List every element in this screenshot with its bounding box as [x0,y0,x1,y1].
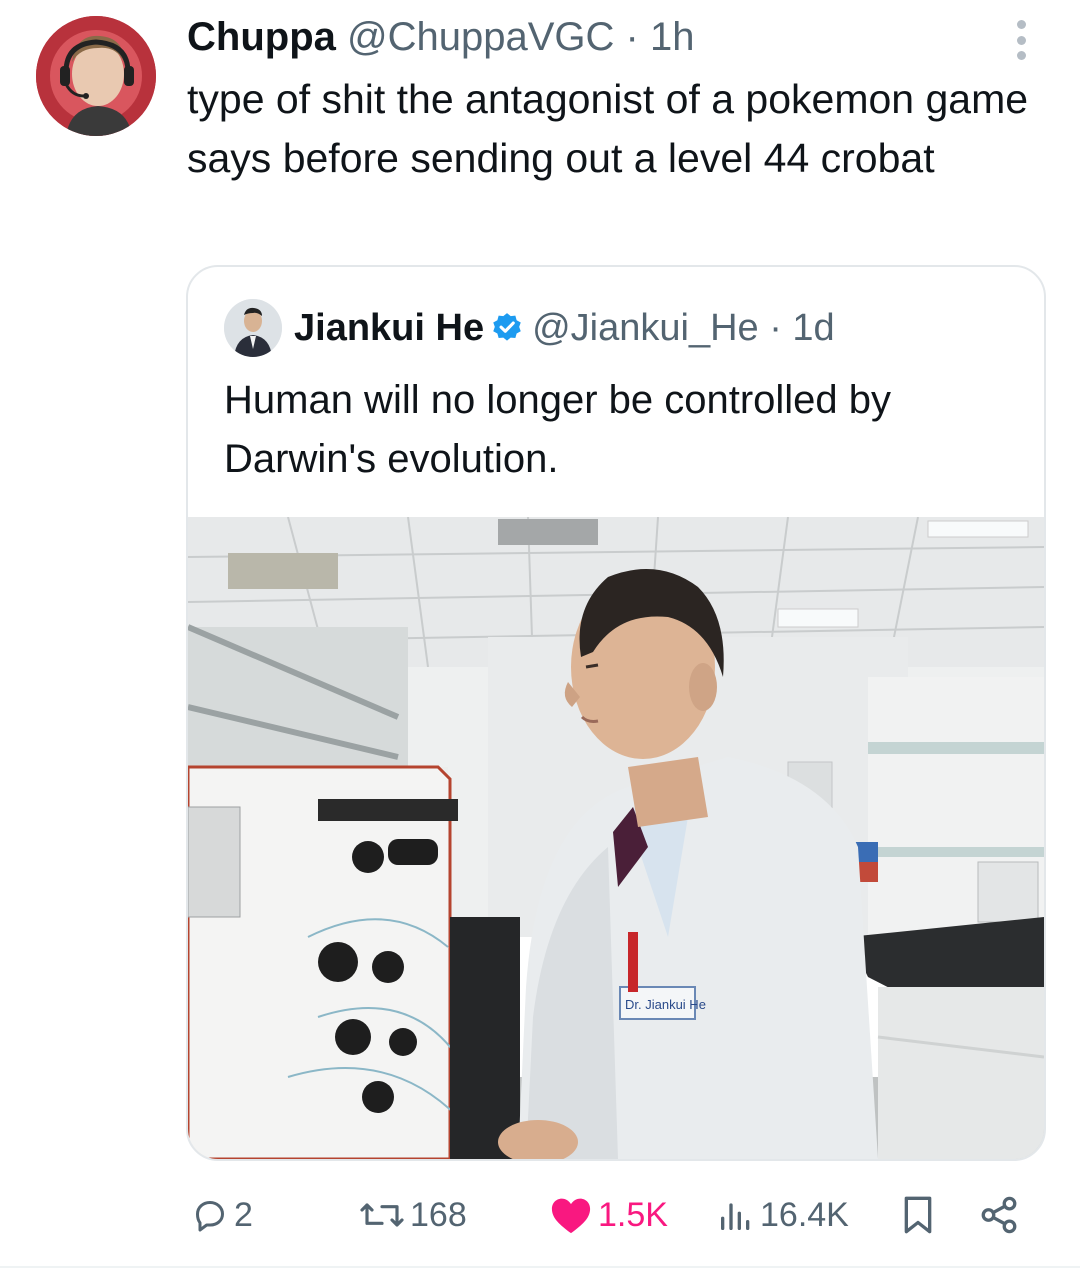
like-button[interactable]: 1.5K [548,1190,668,1240]
share-button[interactable] [978,1190,1024,1240]
quoted-handle-time[interactable]: @Jiankui_He · 1d [532,307,835,349]
divider [0,1266,1080,1268]
views-icon [721,1203,750,1230]
quoted-text: Human will no longer be controlled by Da… [224,378,892,481]
quoted-header: Jiankui He @Jiankui_He · 1d [294,303,835,353]
share-icon [981,1196,1017,1234]
bookmark-icon [904,1196,932,1234]
quoted-author-name[interactable]: Jiankui He [294,307,484,349]
quoted-author-avatar[interactable] [224,299,282,357]
verified-icon [493,313,521,341]
views-button[interactable]: 16.4K [716,1190,849,1240]
quoted-tweet[interactable]: Jiankui He @Jiankui_He · 1d Human will n… [186,265,1046,1161]
like-icon [551,1198,591,1234]
reply-button[interactable]: 2 [190,1190,253,1240]
reply-count: 2 [234,1195,253,1234]
coat-badge-label: Dr. Jiankui He [625,997,706,1012]
repost-icon [360,1203,404,1227]
bookmark-button[interactable] [898,1190,942,1240]
more-icon[interactable] [1010,20,1032,60]
repost-count: 168 [410,1195,467,1234]
author-avatar[interactable] [36,16,156,136]
like-count: 1.5K [598,1195,668,1234]
repost-button[interactable]: 168 [358,1190,467,1240]
tweet-text: type of shit the antagonist of a pokemon… [187,76,1029,181]
action-bar: 2 168 1.5K 16.4K [0,1190,1080,1240]
author-name[interactable]: Chuppa [187,15,336,59]
views-count: 16.4K [760,1195,849,1234]
author-handle-time[interactable]: @ChuppaVGC · 1h [347,15,694,59]
quoted-photo[interactable]: Dr. Jiankui He [188,517,1044,1159]
reply-icon [196,1201,224,1232]
tweet-header: Chuppa @ChuppaVGC · 1h [187,12,694,62]
